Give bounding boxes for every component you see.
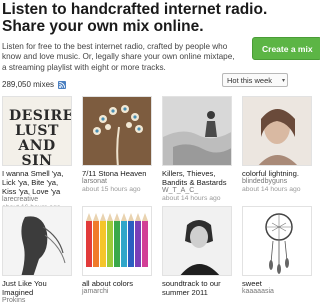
mix-user[interactable]: larecreative: [2, 196, 72, 204]
cover-art: [83, 207, 151, 275]
mix-title[interactable]: all about colors: [82, 279, 152, 288]
mix-cover[interactable]: [242, 206, 312, 276]
mix-title[interactable]: 7/11 Stona Heaven: [82, 169, 152, 178]
mix-tile[interactable]: Just Like You Imagined Prokins: [2, 206, 72, 305]
mix-user[interactable]: kaaaaasia: [242, 288, 312, 296]
sort-select[interactable]: Hot this week ▾: [222, 73, 288, 87]
mix-count-row: 289,050 mixes: [2, 80, 67, 89]
mix-user[interactable]: larsonat: [82, 178, 152, 186]
mix-tile[interactable]: sweet kaaaaasia: [242, 206, 312, 296]
mix-user[interactable]: Prokins: [2, 297, 72, 305]
page-headline: Listen to handcrafted internet radio. Sh…: [2, 1, 268, 35]
mix-cover[interactable]: [82, 206, 152, 276]
mix-cover[interactable]: DESIRE LUST AND SIN: [2, 96, 72, 166]
mix-tile[interactable]: DESIRE LUST AND SIN I wanna Smell 'ya, L…: [2, 96, 72, 212]
mix-count: 289,050 mixes: [2, 80, 55, 89]
mix-cover[interactable]: [242, 96, 312, 166]
cover-art: [243, 97, 311, 165]
mix-title[interactable]: Just Like You Imagined: [2, 279, 72, 297]
sort-select-value: Hot this week: [227, 76, 273, 85]
mix-title[interactable]: Killers, Thieves, Bandits & Bastards: [162, 169, 232, 187]
cover-text: DESIRE LUST AND SIN: [9, 108, 72, 166]
cover-art: [3, 207, 71, 275]
mix-title[interactable]: sweet: [242, 279, 312, 288]
intro-text: Listen for free to the best internet rad…: [2, 42, 235, 72]
chevron-down-icon: ▾: [281, 78, 285, 84]
mix-tile[interactable]: all about colors jamarchi: [82, 206, 152, 296]
mix-title[interactable]: I wanna Smell 'ya, Lick 'ya, Bite 'ya, K…: [2, 169, 72, 196]
mix-time: about 14 hours ago: [242, 186, 301, 193]
cover-art: [83, 97, 151, 165]
mix-time: about 15 hours ago: [82, 186, 141, 193]
mix-user[interactable]: W_T_A_C_: [162, 187, 232, 195]
mix-user[interactable]: blindedbyguns: [242, 178, 312, 186]
mix-tile[interactable]: Killers, Thieves, Bandits & Bastards W_T…: [162, 96, 232, 203]
mix-title[interactable]: colorful lightning.: [242, 169, 312, 178]
mix-cover[interactable]: [162, 206, 232, 276]
cover-art: [243, 207, 311, 275]
mix-tile[interactable]: soundtrack to our summer 2011: [162, 206, 232, 297]
mix-cover[interactable]: [82, 96, 152, 166]
mix-title[interactable]: soundtrack to our summer 2011: [162, 279, 232, 297]
mix-cover[interactable]: [2, 206, 72, 276]
cover-art: [163, 97, 231, 165]
mix-cover[interactable]: [162, 96, 232, 166]
create-mix-button[interactable]: Create a mix: [252, 37, 320, 60]
mix-user[interactable]: jamarchi: [82, 288, 152, 296]
cover-art: [163, 207, 231, 275]
mix-time: about 14 hours ago: [162, 195, 221, 202]
rss-icon[interactable]: [58, 80, 67, 89]
mix-tile[interactable]: colorful lightning. blindedbyguns about …: [242, 96, 312, 194]
mix-tile[interactable]: 7/11 Stona Heaven larsonat about 15 hour…: [82, 96, 152, 194]
